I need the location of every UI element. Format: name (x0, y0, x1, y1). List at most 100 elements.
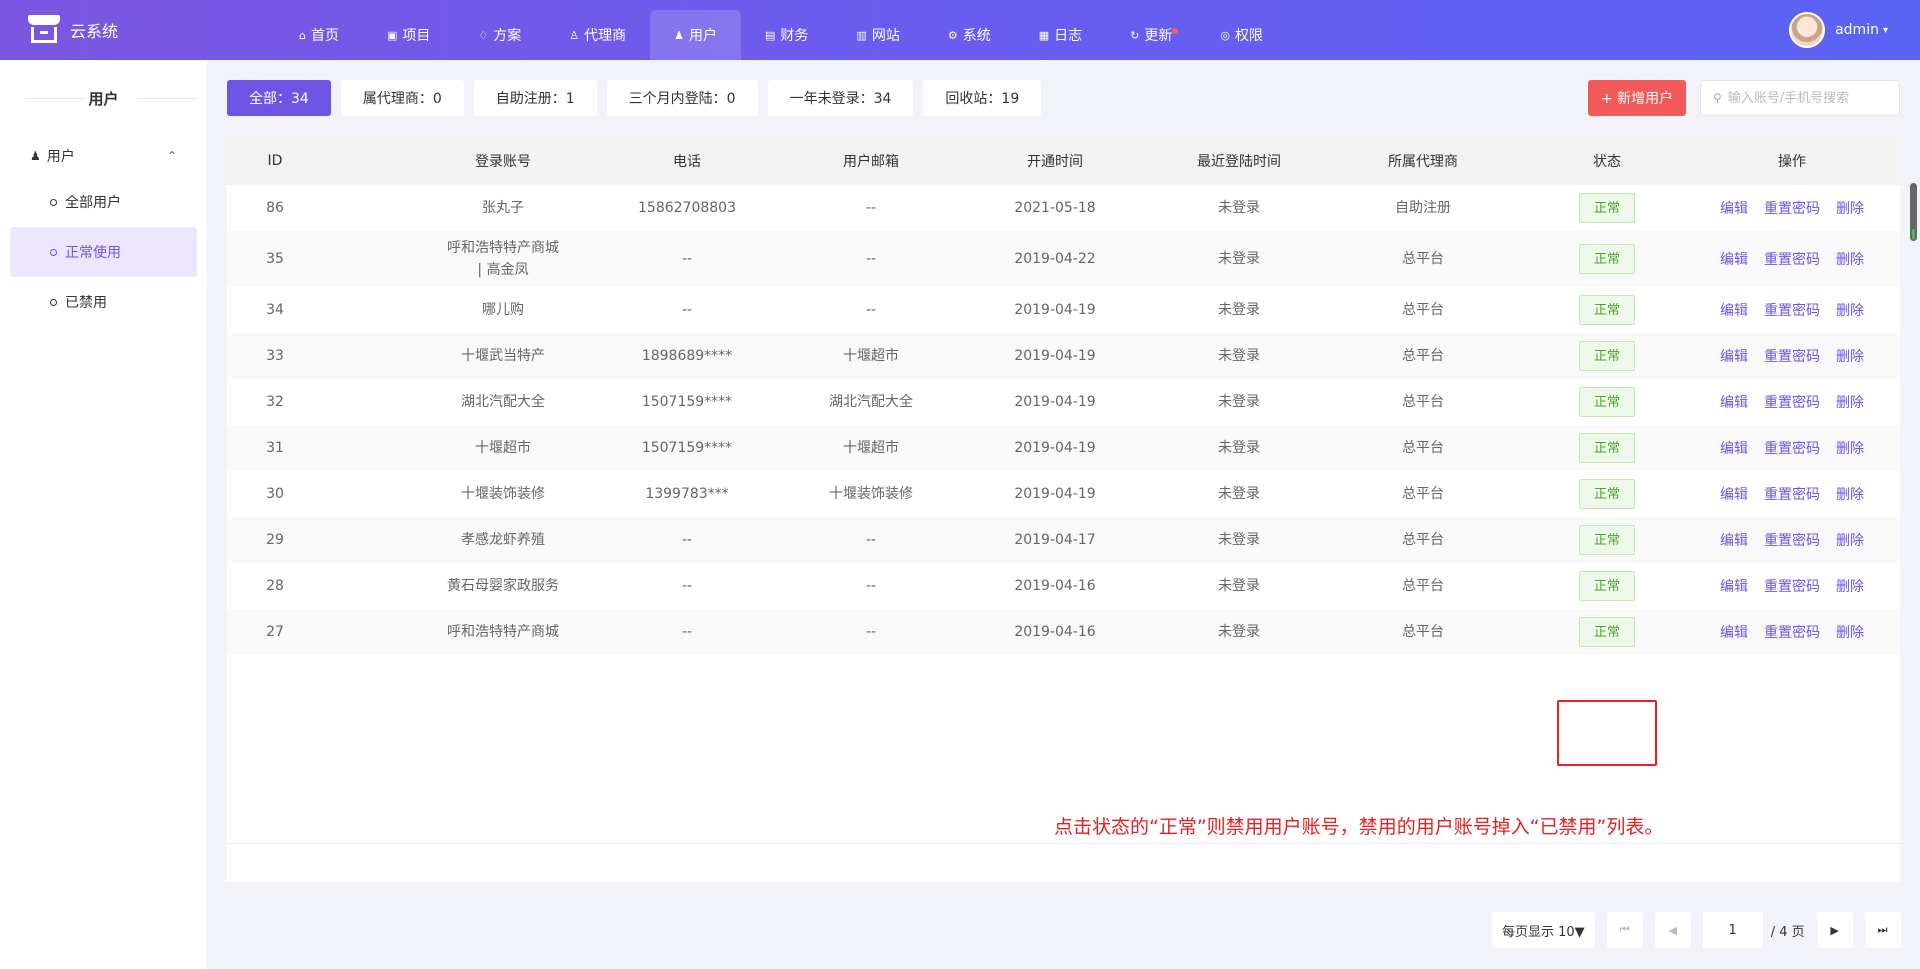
filter-inactive-year[interactable]: 一年未登录：34 (767, 80, 914, 116)
nav-item-5[interactable]: ▤ 财务 (741, 10, 832, 60)
nav-item-7[interactable]: ⚙ 系统 (924, 10, 1015, 60)
scrollbar[interactable] (1910, 183, 1917, 241)
delete-link[interactable]: 删除 (1836, 198, 1864, 218)
sidebar-group-users[interactable]: ♟ 用户 ⌃ (0, 140, 207, 172)
delete-link[interactable]: 删除 (1836, 346, 1864, 366)
reset-password-link[interactable]: 重置密码 (1764, 249, 1820, 269)
filter-recent-login[interactable]: 三个月内登陆：0 (606, 80, 758, 116)
reset-password-link[interactable]: 重置密码 (1764, 576, 1820, 596)
cell-account: 黄石母婴家政服务 (447, 578, 559, 594)
circle-icon (50, 198, 57, 206)
nav-item-label: 用户 (689, 28, 718, 44)
delete-link[interactable]: 删除 (1836, 438, 1864, 458)
cell-email: -- (865, 302, 877, 318)
reset-password-link[interactable]: 重置密码 (1764, 300, 1820, 320)
reset-password-link[interactable]: 重置密码 (1764, 622, 1820, 642)
status-badge[interactable]: 正常 (1578, 617, 1635, 647)
reset-password-link[interactable]: 重置密码 (1764, 530, 1820, 550)
status-badge[interactable]: 正常 (1578, 341, 1635, 371)
chevron-up-icon[interactable]: ⌃ (167, 149, 177, 163)
table-body: 86 张丸子 15862708803 -- 2021-05-18 未登录 自助注册 正常 编辑重… (227, 185, 1900, 655)
edit-link[interactable]: 编辑 (1720, 346, 1748, 366)
edit-link[interactable]: 编辑 (1720, 198, 1748, 218)
reset-password-link[interactable]: 重置密码 (1764, 484, 1820, 504)
filter-agent[interactable]: 属代理商：0 (340, 80, 464, 116)
reset-password-link[interactable]: 重置密码 (1764, 198, 1820, 218)
table-header: ID 登录账号 电话 用户邮箱 开通时间 最近登陆时间 所属代理商 状态 操作 (227, 137, 1900, 185)
edit-link[interactable]: 编辑 (1720, 300, 1748, 320)
delete-link[interactable]: 删除 (1836, 249, 1864, 269)
nav-item-8[interactable]: ▦ 日志 (1015, 10, 1106, 60)
nav-item-4[interactable]: ♟ 用户 (650, 10, 742, 60)
status-badge[interactable]: 正常 (1578, 433, 1635, 463)
nav-item-1[interactable]: ▣ 项目 (363, 10, 454, 60)
table-row: 33 十堰武当特产 1898689**** 十堰超市 2019-04-19 未登录 总平台 正… (227, 333, 1900, 379)
status-badge[interactable]: 正常 (1578, 387, 1635, 417)
status-badge[interactable]: 正常 (1578, 525, 1635, 555)
edit-link[interactable]: 编辑 (1720, 438, 1748, 458)
status-badge[interactable]: 正常 (1578, 295, 1635, 325)
search-box[interactable]: ⚲ (1700, 80, 1900, 116)
nav-item-10[interactable]: ◎ 权限 (1196, 10, 1287, 60)
edit-link[interactable]: 编辑 (1720, 576, 1748, 596)
sidebar-item-normal-users[interactable]: 正常使用 (10, 227, 197, 277)
cell-email: -- (865, 532, 877, 548)
delete-link[interactable]: 删除 (1836, 576, 1864, 596)
nav-item-label: 系统 (962, 28, 991, 44)
first-page-icon[interactable]: ⏮ (1606, 912, 1643, 948)
chevron-down-icon[interactable]: ▾ (1883, 25, 1888, 36)
reset-password-link[interactable]: 重置密码 (1764, 438, 1820, 458)
header-status: 状态 (1593, 154, 1621, 170)
filter-all[interactable]: 全部：34 (227, 80, 331, 116)
page-size-select[interactable]: 每页显示 10▼ (1492, 912, 1595, 948)
delete-link[interactable]: 删除 (1836, 392, 1864, 412)
header-ops: 操作 (1778, 154, 1806, 170)
edit-link[interactable]: 编辑 (1720, 622, 1748, 642)
edit-link[interactable]: 编辑 (1720, 484, 1748, 504)
browser-icon: ▥ (856, 28, 867, 42)
sidebar-item-disabled-users[interactable]: 已禁用 (10, 277, 197, 327)
page-number-input[interactable] (1702, 912, 1763, 948)
add-user-button[interactable]: + 新增用户 (1588, 80, 1686, 116)
edit-link[interactable]: 编辑 (1720, 392, 1748, 412)
nav-item-9[interactable]: ↻ 更新 (1106, 10, 1196, 60)
nav-item-label: 首页 (310, 28, 339, 44)
cell-id: 86 (266, 200, 284, 216)
row-actions: 编辑 重置密码 删除 (1692, 346, 1892, 366)
delete-link[interactable]: 删除 (1836, 484, 1864, 504)
status-badge[interactable]: 正常 (1578, 479, 1635, 509)
status-badge[interactable]: 正常 (1578, 244, 1635, 274)
status-badge[interactable]: 正常 (1578, 193, 1635, 223)
nav-item-3[interactable]: ♙ 代理商 (545, 10, 650, 60)
last-page-icon[interactable]: ⏭ (1864, 912, 1901, 948)
username[interactable]: admin (1835, 22, 1879, 38)
sidebar-item-all-users[interactable]: 全部用户 (10, 177, 197, 227)
cell-email: 十堰超市 (843, 348, 899, 364)
delete-link[interactable]: 删除 (1836, 530, 1864, 550)
filter-self-register[interactable]: 自助注册：1 (473, 80, 597, 116)
prev-page-icon[interactable]: ◀ (1654, 912, 1691, 948)
next-page-icon[interactable]: ▶ (1816, 912, 1853, 948)
header-agent: 所属代理商 (1388, 154, 1458, 170)
delete-link[interactable]: 删除 (1836, 300, 1864, 320)
status-badge[interactable]: 正常 (1578, 571, 1635, 601)
nav-item-2[interactable]: ♢ 方案 (454, 10, 545, 60)
nav-item-6[interactable]: ▥ 网站 (832, 10, 923, 60)
delete-link[interactable]: 删除 (1836, 622, 1864, 642)
edit-link[interactable]: 编辑 (1720, 530, 1748, 550)
reset-password-link[interactable]: 重置密码 (1764, 392, 1820, 412)
log-icon: ▦ (1038, 28, 1050, 42)
table-row: 28 黄石母婴家政服务 -- -- 2019-04-16 未登录 总平台 正常 编辑 重置密码 删除 (227, 563, 1900, 609)
search-input[interactable] (1727, 90, 1878, 106)
nav-item-0[interactable]: ⌂ 首页 (275, 10, 363, 60)
table-row: 30 十堰装饰装修 1399783*** 十堰装饰装修 2019-04-19 未登录 总平台… (227, 471, 1900, 517)
sidebar-item-label: 全部用户 (65, 195, 121, 211)
avatar[interactable] (1789, 12, 1826, 48)
filter-recycle-bin[interactable]: 回收站：19 (923, 80, 1042, 116)
brand[interactable]: 云系统 (28, 14, 118, 46)
header-last: 最近登陆时间 (1197, 154, 1281, 170)
edit-link[interactable]: 编辑 (1720, 249, 1748, 269)
cell-id: 28 (266, 578, 284, 594)
reset-password-link[interactable]: 重置密码 (1764, 346, 1820, 366)
user-menu[interactable]: admin ▾ (1789, 12, 1888, 48)
